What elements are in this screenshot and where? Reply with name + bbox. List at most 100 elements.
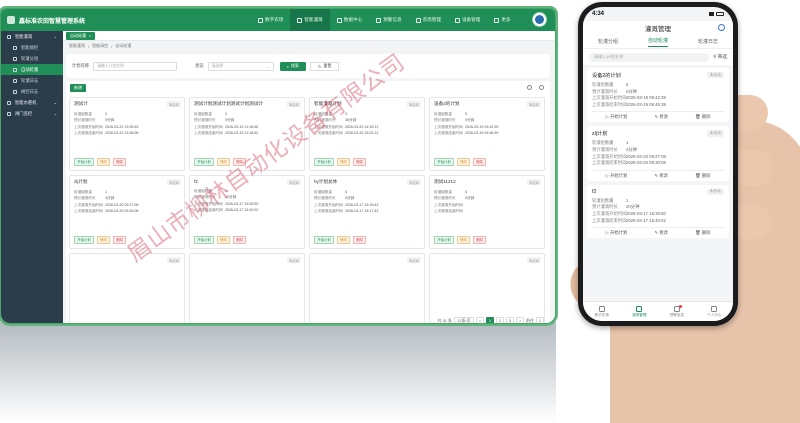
filter-button[interactable]: ⚲ 筛选: [713, 54, 727, 60]
sidebar-item-label: 自动轮灌: [21, 66, 39, 72]
edit-button[interactable]: 修改: [216, 235, 231, 244]
plan-card: 未启动: [309, 253, 425, 323]
start-plan-button[interactable]: ▷ 开始计划: [606, 114, 628, 120]
delete-button[interactable]: 删除: [113, 157, 127, 166]
battery-icon: [716, 12, 724, 16]
mobile-tab[interactable]: 自动轮灌: [647, 37, 668, 47]
delete-plan-button[interactable]: 🗑 删除: [695, 114, 710, 120]
edit-button[interactable]: 修改: [336, 157, 351, 166]
add-plan-icon[interactable]: [718, 24, 725, 31]
delete-button[interactable]: 删除: [353, 235, 367, 244]
topnav-item[interactable]: 设备管理: [448, 9, 487, 31]
page-size-select[interactable]: 12条/页: [454, 317, 474, 323]
goto-page-input[interactable]: 1: [536, 317, 544, 323]
desktop-window: 鑫标准农田智慧管理系统 数字农场 智能灌溉 数据中心 预警信息 农场管理 设备管理 更多 智…: [0, 8, 556, 324]
sidebar-item[interactable]: 智能灌溉 ⌄: [1, 31, 63, 42]
breadcrumb-item[interactable]: 自动轮灌: [115, 43, 131, 49]
tab-auto-irrigation[interactable]: 自动轮灌 ×: [66, 31, 96, 40]
next-page-button[interactable]: >: [516, 317, 524, 323]
field-value: 2026-03-20 09:27:08: [626, 153, 666, 159]
status-select[interactable]: 请选择 ⌄: [207, 61, 274, 71]
plan-card: 测试11212 未启动 轮灌组数量 0 预计灌溉时长 0分钟 上次灌溉开始时间 上次灌溉结束时…: [429, 175, 545, 249]
mobile-tab[interactable]: 轮灌分组: [598, 38, 618, 45]
field-label: 轮灌组数量: [592, 140, 614, 146]
sidebar-item[interactable]: 轮灌日志: [1, 75, 63, 86]
edit-button[interactable]: 修改: [456, 235, 471, 244]
start-plan-button[interactable]: 开始计划: [314, 157, 334, 166]
topnav-item[interactable]: 数字农场: [251, 9, 290, 31]
search-icon: ⌕: [286, 63, 290, 69]
sidebar-item[interactable]: 智能水肥机 ⌄: [1, 97, 63, 108]
delete-button[interactable]: 删除: [233, 235, 247, 244]
mobile-tabs: 轮灌分组 自动轮灌 轮灌日志: [583, 35, 733, 49]
start-plan-button[interactable]: ▷ 开始计划: [606, 230, 628, 236]
sidebar-item[interactable]: 智能阀控: [1, 42, 63, 53]
page-button[interactable]: 2: [496, 317, 504, 323]
plan-name-input[interactable]: 请输入计划名称: [93, 61, 178, 71]
edit-button[interactable]: 修改: [96, 157, 111, 166]
mobile-search-input[interactable]: 请输入计划名称: [589, 52, 710, 62]
pagination: 共 31 条 12条/页 < 123 > 前往 1: [437, 317, 544, 323]
plan-field-last_end: 上次灌溉结束时间 2026-03-20 13:36:06: [74, 130, 180, 136]
start-plan-button[interactable]: 开始计划: [74, 157, 94, 166]
menu-item-icon: [13, 56, 17, 61]
edit-plan-button[interactable]: ✎ 修改: [655, 230, 668, 236]
plan-card: 测试计 未启动 轮灌组数量 2 预计灌溉时长 0分钟 上次灌溉开始时间 2026-03-20 …: [69, 97, 185, 171]
delete-button[interactable]: 删除: [353, 157, 367, 166]
mobile-tab[interactable]: 轮灌日志: [698, 38, 718, 45]
sidebar-item-label: 轮灌分组: [21, 55, 39, 61]
nav-icon: [598, 305, 605, 312]
topnav-item[interactable]: 预警信息: [369, 9, 408, 31]
prev-page-button[interactable]: <: [476, 317, 484, 323]
filter-label: 筛选: [717, 54, 727, 59]
start-plan-button[interactable]: ▷ 开始计划: [606, 173, 628, 179]
delete-plan-button[interactable]: 🗑 删除: [695, 230, 710, 236]
bottom-nav-item[interactable]: 数字农场: [595, 305, 609, 318]
bottom-nav-item[interactable]: 预警信息: [670, 304, 684, 318]
start-plan-button[interactable]: 开始计划: [434, 157, 454, 166]
reset-button[interactable]: ↻ 重置: [310, 61, 340, 71]
start-plan-button[interactable]: 开始计划: [434, 235, 454, 244]
chevron-down-icon: ⌄: [53, 111, 57, 116]
breadcrumb-item[interactable]: 智能阀控: [92, 43, 108, 49]
start-plan-button[interactable]: 开始计划: [194, 235, 214, 244]
edit-button[interactable]: 修改: [336, 235, 351, 244]
sidebar-item[interactable]: 轮灌分组: [1, 53, 63, 64]
settings-icon[interactable]: [539, 85, 544, 90]
page-button[interactable]: 3: [506, 317, 514, 323]
card-actions: ▷ 开始计划 ✎ 修改 🗑 删除: [592, 111, 724, 122]
start-plan-button[interactable]: 开始计划: [74, 235, 94, 244]
field-value: 2026-03-17 15:40:02: [225, 208, 259, 213]
delete-button[interactable]: 删除: [473, 157, 487, 166]
edit-plan-button[interactable]: ✎ 修改: [655, 114, 668, 120]
breadcrumb-item[interactable]: 智能灌溉: [69, 43, 85, 49]
start-plan-button[interactable]: 开始计划: [194, 157, 214, 166]
close-icon[interactable]: ×: [89, 33, 91, 38]
search-button[interactable]: ⌕ 搜索: [279, 61, 307, 71]
edit-button[interactable]: 修改: [96, 235, 111, 244]
avatar[interactable]: [532, 12, 547, 27]
topnav-item[interactable]: 更多: [487, 9, 517, 31]
page-button[interactable]: 1: [486, 317, 494, 323]
edit-button[interactable]: 修改: [456, 157, 471, 166]
status-badge: 未启动: [526, 101, 541, 107]
bottom-nav-item[interactable]: 个人中心: [707, 305, 721, 318]
plan-field-last_end: 上次灌溉结束时间 2026-03-19 09:46:39: [434, 130, 540, 136]
refresh-icon[interactable]: [527, 85, 532, 90]
sidebar-item[interactable]: 自动轮灌: [1, 64, 63, 75]
topnav-item[interactable]: 农场管理: [409, 9, 448, 31]
delete-plan-button[interactable]: 🗑 删除: [695, 173, 710, 179]
delete-button[interactable]: 删除: [473, 235, 487, 244]
topnav-item[interactable]: 智能灌溉: [290, 9, 330, 31]
topnav-item[interactable]: 数据中心: [330, 9, 369, 31]
sidebar-item[interactable]: 闸门监控 ⌄: [1, 108, 63, 119]
add-button[interactable]: 新增: [70, 84, 86, 92]
top-bar: 鑫标准农田智慧管理系统 数字农场 智能灌溉 数据中心 预警信息 农场管理 设备管理 更多: [1, 9, 555, 31]
sidebar-item[interactable]: 阀控日志: [1, 86, 63, 97]
start-plan-button[interactable]: 开始计划: [314, 235, 334, 244]
plan-name: 测试计: [74, 101, 88, 106]
bottom-nav-item[interactable]: 灌溉管理: [632, 305, 646, 318]
logo-icon: [7, 16, 15, 24]
field-label: 预计灌溉时长: [592, 146, 618, 152]
edit-plan-button[interactable]: ✎ 修改: [655, 173, 668, 179]
